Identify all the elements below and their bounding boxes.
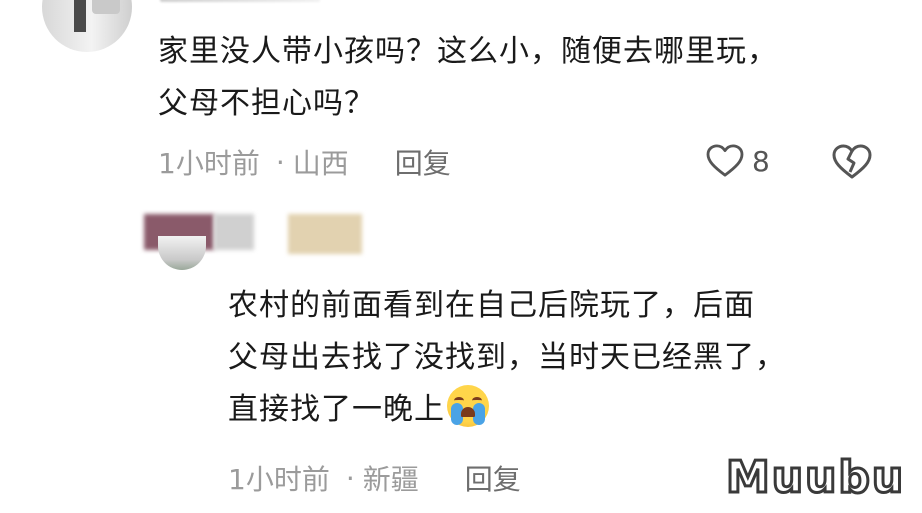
reply-button[interactable]: 回复 <box>465 458 521 498</box>
comment-meta: 1小时前 · 山西 回复 <box>158 142 451 182</box>
crying-face-emoji <box>447 385 489 427</box>
avatar-detail <box>92 0 120 14</box>
reply-button[interactable]: 回复 <box>395 142 451 182</box>
reply-username-blurred-2 <box>214 214 254 250</box>
avatar-figure <box>74 0 86 32</box>
reply-location: 新疆 <box>362 463 419 496</box>
meta-separator: · <box>345 461 355 495</box>
comment-time: 1小时前 <box>158 147 260 180</box>
watermark: Muubu <box>724 451 906 505</box>
like-count: 8 <box>752 144 770 178</box>
broken-heart-icon[interactable] <box>832 144 872 180</box>
reply-time: 1小时前 <box>228 463 330 496</box>
comment-location: 山西 <box>292 147 349 180</box>
like-button[interactable]: 8 <box>706 144 770 178</box>
reply-text-content: 农村的前面看到在自己后院玩了，后面 父母出去找了没找到，当时天已经黑了， 直接找… <box>228 288 786 427</box>
comment-text: 家里没人带小孩吗？这么小，随便去哪里玩， 父母不担心吗？ <box>158 34 778 121</box>
heart-outline-icon <box>706 144 744 177</box>
meta-separator: · <box>275 145 285 179</box>
reply-comment-text: 农村的前面看到在自己后院玩了，后面 父母出去找了没找到，当时天已经黑了， 直接找… <box>228 280 898 436</box>
reply-avatar[interactable] <box>158 236 206 270</box>
reply-meta: 1小时前 · 新疆 回复 <box>228 458 521 498</box>
commenter-avatar[interactable] <box>42 0 132 52</box>
reply-badge-blurred <box>288 214 362 254</box>
commenter-username-blurred[interactable] <box>160 0 320 2</box>
